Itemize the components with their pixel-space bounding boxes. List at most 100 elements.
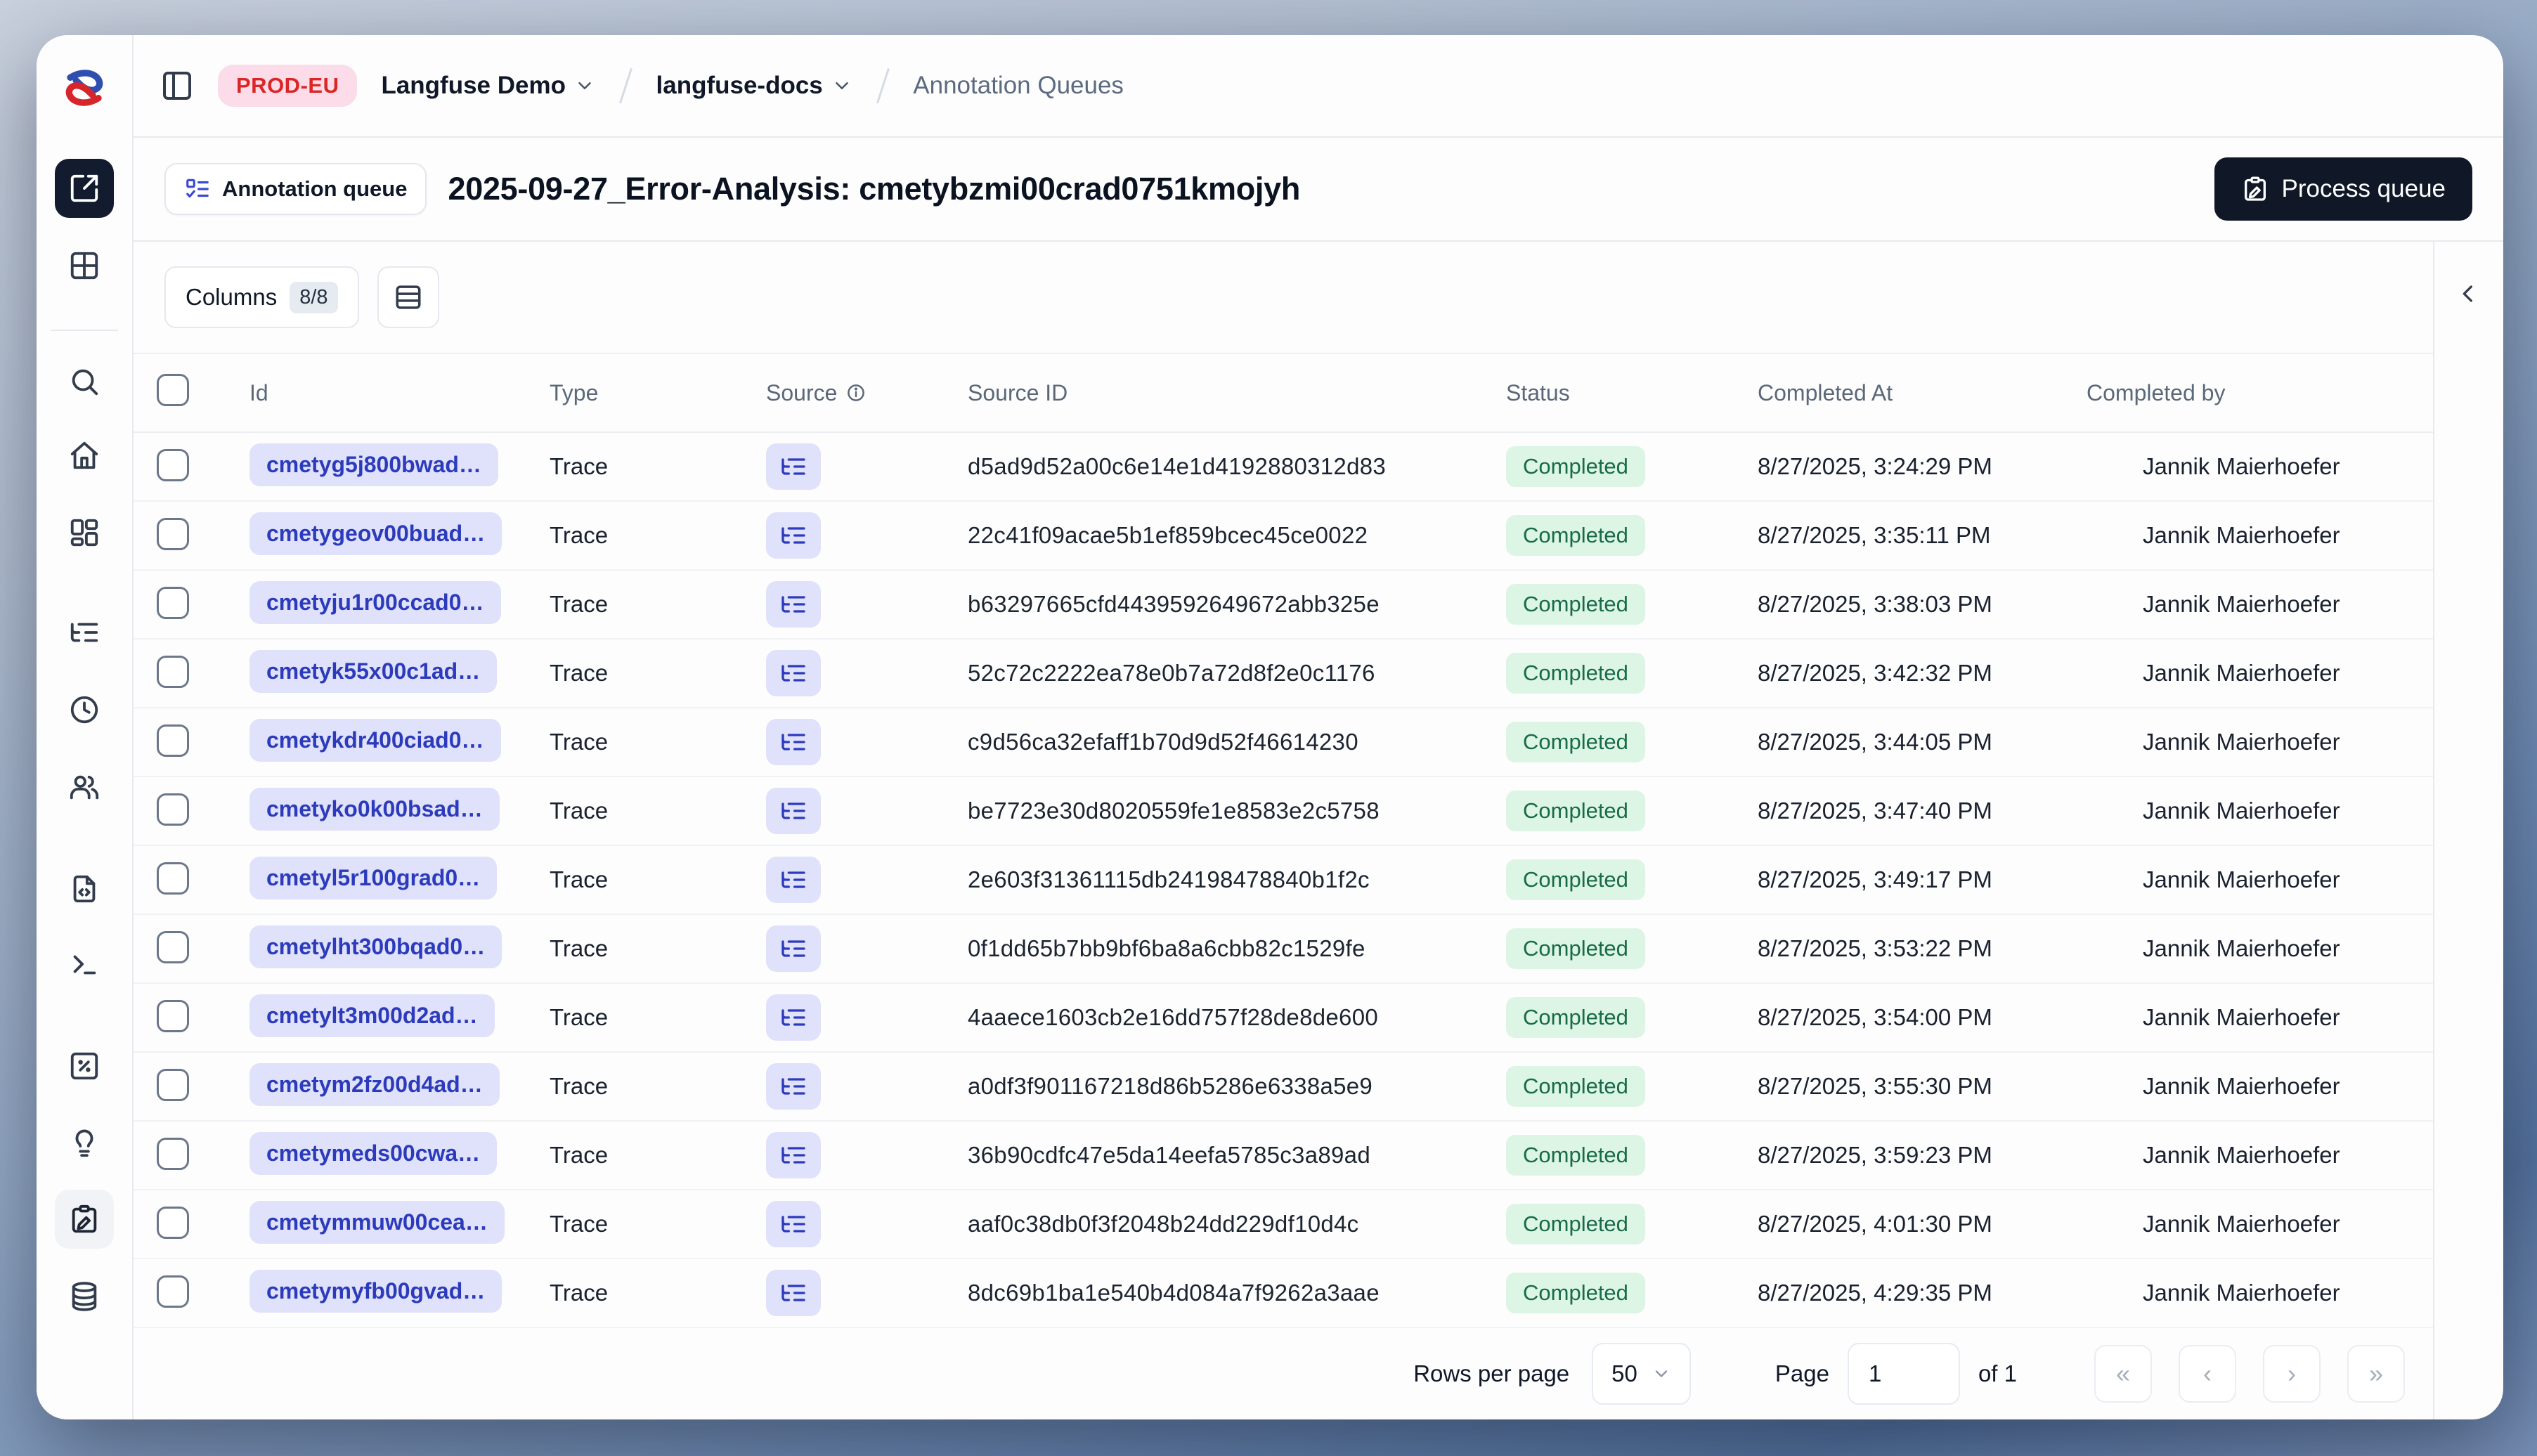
next-page-button[interactable]: › — [2263, 1345, 2321, 1403]
dashboard-icon[interactable] — [68, 516, 100, 549]
source-trace-icon[interactable] — [766, 857, 821, 903]
table-row[interactable]: cmetyl5r100grad0… Trace 2e603f31361115db… — [134, 846, 2433, 915]
first-page-button[interactable]: « — [2094, 1345, 2152, 1403]
item-id-link[interactable]: cmetymeds00cwa… — [249, 1132, 498, 1175]
process-queue-button[interactable]: Process queue — [2214, 157, 2472, 221]
home-icon[interactable] — [68, 439, 100, 472]
status-badge: Completed — [1506, 1135, 1645, 1176]
item-id-link[interactable]: cmetykdr400ciad0… — [249, 719, 501, 762]
row-checkbox[interactable] — [157, 1068, 189, 1101]
item-id-link[interactable]: cmetyk55x00c1ad… — [249, 650, 498, 693]
source-trace-icon[interactable] — [766, 1132, 821, 1178]
row-checkbox[interactable] — [157, 793, 189, 826]
info-icon — [848, 384, 865, 401]
table-row[interactable]: cmetymyfb00gvad… Trace 8dc69b1ba1e540b4d… — [134, 1259, 2433, 1328]
trace-tree-icon[interactable] — [68, 616, 100, 649]
source-trace-icon[interactable] — [766, 650, 821, 696]
item-id-link[interactable]: cmetyko0k00bsad… — [249, 788, 500, 831]
sidebar — [37, 35, 134, 1419]
table-row[interactable]: cmetylht300bqad0… Trace 0f1dd65b7bb9bf6b… — [134, 915, 2433, 984]
table-header-row: Id Type Source Source ID Status Complete… — [134, 354, 2433, 433]
list-todo-icon — [186, 178, 209, 198]
item-id-link[interactable]: cmetygeov00buad… — [249, 512, 502, 555]
page-size-select[interactable]: 50 — [1592, 1343, 1691, 1405]
search-icon[interactable] — [68, 365, 100, 398]
row-checkbox[interactable] — [157, 724, 189, 757]
row-checkbox[interactable] — [157, 517, 189, 550]
table-row[interactable]: cmetyko0k00bsad… Trace be7723e30d8020559… — [134, 777, 2433, 846]
source-trace-icon[interactable] — [766, 1270, 821, 1316]
table-row[interactable]: cmetylt3m00d2ad… Trace 4aaece1603cb2e16d… — [134, 984, 2433, 1053]
row-checkbox[interactable] — [157, 862, 189, 895]
columns-button[interactable]: Columns 8/8 — [164, 266, 359, 328]
avatar — [2087, 928, 2127, 969]
database-datasets-icon[interactable] — [68, 1280, 100, 1313]
source-trace-icon[interactable] — [766, 994, 821, 1041]
table-row[interactable]: cmetygeov00buad… Trace 22c41f09acae5b1ef… — [134, 502, 2433, 571]
item-id-link[interactable]: cmetyg5j800bwad… — [249, 443, 498, 486]
source-trace-icon[interactable] — [766, 581, 821, 628]
tables-grid-icon[interactable] — [68, 249, 100, 282]
evaluation-percent-icon[interactable] — [68, 1050, 100, 1082]
source-trace-icon[interactable] — [766, 719, 821, 765]
table-row[interactable]: cmetymmuw00cea… Trace aaf0c38db0f3f2048b… — [134, 1190, 2433, 1259]
source-trace-icon[interactable] — [766, 1201, 821, 1247]
column-header-id: Id — [249, 379, 268, 405]
row-checkbox[interactable] — [157, 930, 189, 963]
item-id-link[interactable]: cmetyju1r00ccad0… — [249, 581, 501, 624]
row-checkbox[interactable] — [157, 1275, 189, 1308]
table-row[interactable]: cmetyg5j800bwad… Trace d5ad9d52a00c6e14e… — [134, 433, 2433, 502]
row-checkbox[interactable] — [157, 999, 189, 1032]
column-header-source-id: Source ID — [968, 379, 1068, 405]
table-row[interactable]: cmetymeds00cwa… Trace 36b90cdfc47e5da14e… — [134, 1122, 2433, 1190]
collapse-panel-button[interactable] — [2448, 273, 2490, 315]
item-id-link[interactable]: cmetymmuw00cea… — [249, 1201, 505, 1244]
prompt-file-code-icon[interactable] — [68, 873, 100, 905]
right-panel-strip — [2434, 242, 2503, 1419]
breadcrumb-bar: PROD-EU Langfuse Demo langfuse-docs Anno… — [134, 35, 2503, 138]
avatar — [2087, 1135, 2127, 1176]
item-id-link[interactable]: cmetylht300bqad0… — [249, 925, 502, 968]
terminal-playground-icon[interactable] — [68, 949, 100, 981]
clock-sessions-icon[interactable] — [68, 694, 100, 726]
table-row[interactable]: cmetyk55x00c1ad… Trace 52c72c2222ea78e0b… — [134, 639, 2433, 708]
column-header-source: Source — [766, 380, 968, 406]
lightbulb-icon[interactable] — [68, 1127, 100, 1159]
page-number-input[interactable] — [1847, 1343, 1960, 1405]
row-height-button[interactable] — [377, 266, 439, 328]
panel-toggle-icon[interactable] — [160, 69, 194, 103]
table-row[interactable]: cmetym2fz00d4ad… Trace a0df3f901167218d8… — [134, 1053, 2433, 1122]
last-page-button[interactable]: » — [2347, 1345, 2405, 1403]
item-id-link[interactable]: cmetylt3m00d2ad… — [249, 994, 495, 1037]
source-trace-icon[interactable] — [766, 443, 821, 490]
table-row[interactable]: cmetykdr400ciad0… Trace c9d56ca32efaff1b… — [134, 708, 2433, 777]
item-id-link[interactable]: cmetyl5r100grad0… — [249, 857, 498, 899]
source-trace-icon[interactable] — [766, 925, 821, 972]
source-trace-icon[interactable] — [766, 788, 821, 834]
annotation-queue-table: Columns 8/8 Id Type Source Source ID Sta… — [134, 242, 2434, 1419]
item-id-link[interactable]: cmetymyfb00gvad… — [249, 1270, 502, 1313]
row-checkbox[interactable] — [157, 586, 189, 619]
prev-page-button[interactable]: ‹ — [2179, 1345, 2236, 1403]
users-icon[interactable] — [68, 771, 100, 803]
row-checkbox[interactable] — [157, 448, 189, 481]
source-trace-icon[interactable] — [766, 512, 821, 559]
status-badge: Completed — [1506, 446, 1645, 487]
desktop-background: PROD-EU Langfuse Demo langfuse-docs Anno… — [0, 0, 2537, 1456]
table-row[interactable]: cmetyju1r00ccad0… Trace b63297665cfd4439… — [134, 571, 2433, 639]
select-all-checkbox[interactable] — [157, 374, 189, 406]
avatar — [2087, 722, 2127, 762]
status-badge: Completed — [1506, 928, 1645, 969]
breadcrumb-org[interactable]: Langfuse Demo — [381, 72, 595, 100]
breadcrumb-project[interactable]: langfuse-docs — [656, 72, 852, 100]
breadcrumb-current: Annotation Queues — [913, 72, 1124, 99]
item-id-link[interactable]: cmetym2fz00d4ad… — [249, 1063, 500, 1106]
open-external-button[interactable] — [55, 159, 114, 218]
breadcrumb-separator — [619, 67, 632, 104]
user-avatar[interactable] — [56, 1355, 113, 1412]
row-checkbox[interactable] — [157, 655, 189, 688]
annotation-clipboard-pen-icon[interactable] — [55, 1190, 114, 1249]
row-checkbox[interactable] — [157, 1206, 189, 1239]
row-checkbox[interactable] — [157, 1137, 189, 1170]
source-trace-icon[interactable] — [766, 1063, 821, 1110]
